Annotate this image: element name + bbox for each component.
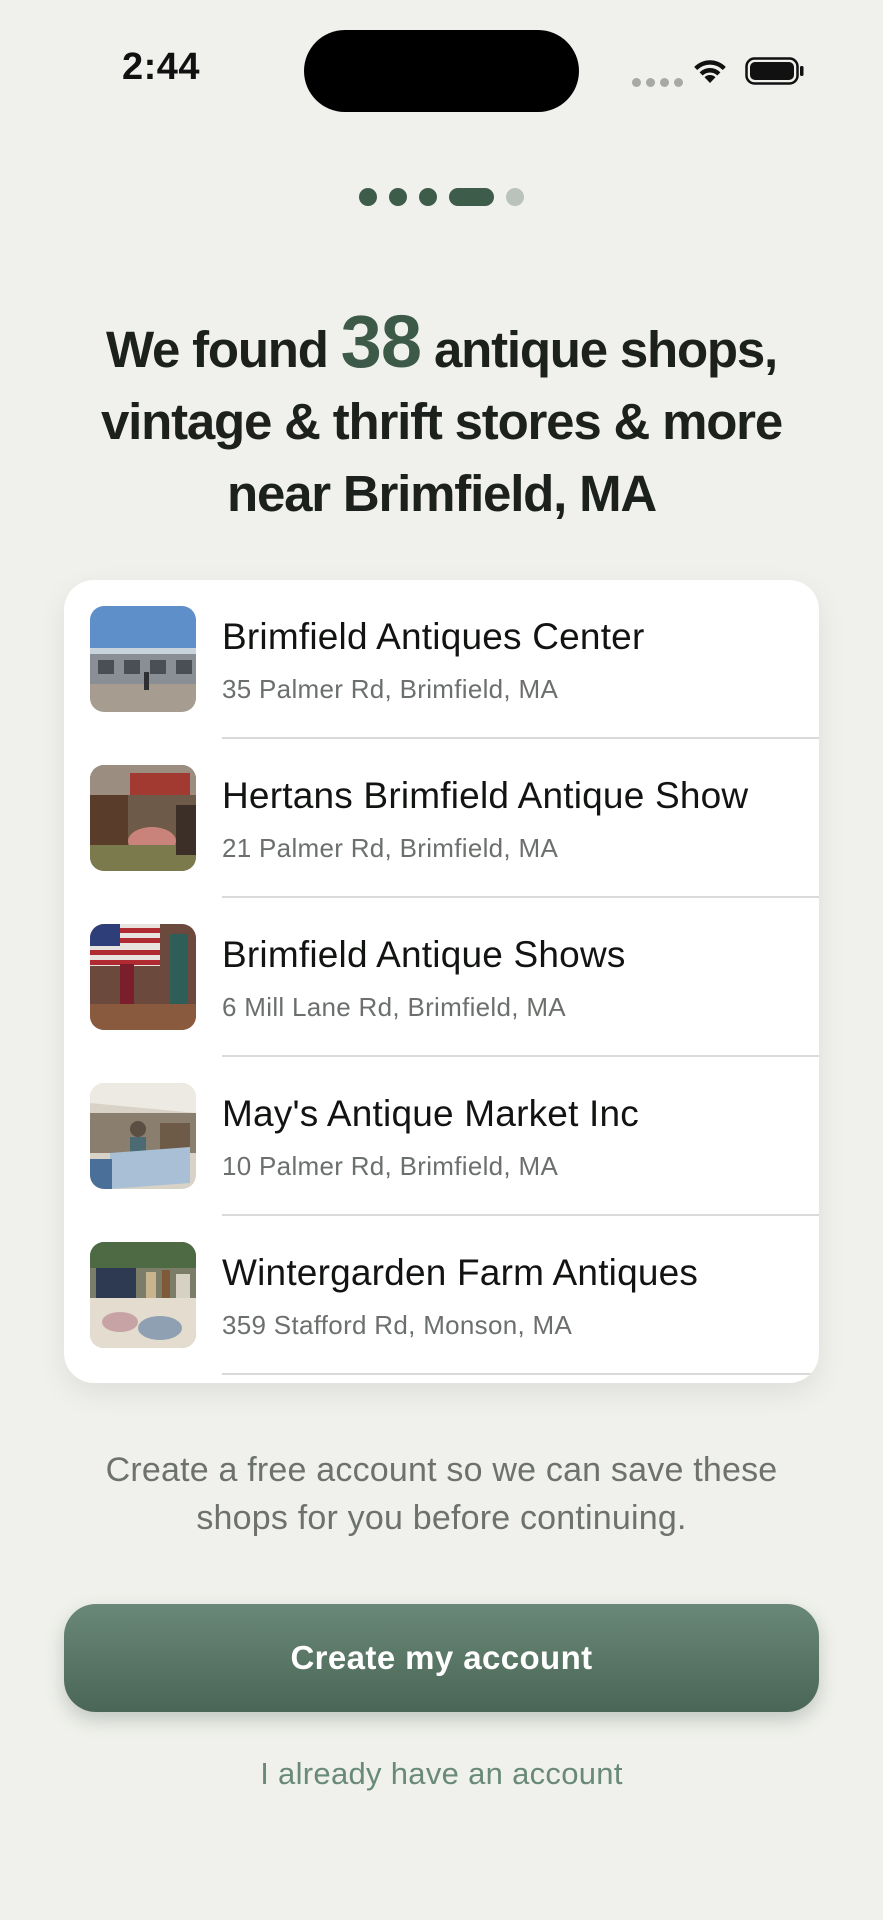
save-shops-note: Create a free account so we can save the… (105, 1451, 778, 1537)
cellular-signal-icon (632, 78, 683, 87)
page-dot (506, 188, 524, 206)
shop-list-card: Brimfield Antiques Center 35 Palmer Rd, … (64, 580, 819, 1383)
headline-prefix: We found (105, 321, 341, 378)
shop-list-item[interactable]: Brimfield Antiques Center 35 Palmer Rd, … (64, 580, 819, 739)
results-headline: We found 38 antique shops, vintage & thr… (60, 305, 823, 530)
shop-photo-icon (90, 606, 196, 712)
shop-count: 38 (340, 300, 422, 383)
page-dot (389, 188, 407, 206)
shop-address: 35 Palmer Rd, Brimfield, MA (222, 674, 559, 704)
shop-address: 359 Stafford Rd, Monson, MA (222, 1310, 573, 1340)
status-time: 2:44 (122, 46, 201, 88)
shop-name: Wintergarden Farm Antiques (222, 1252, 699, 1293)
shop-address: 21 Palmer Rd, Brimfield, MA (222, 833, 559, 863)
shop-photo-icon (90, 765, 196, 871)
shop-photo-icon (90, 1083, 196, 1189)
page-dot (359, 188, 377, 206)
battery-icon (745, 57, 804, 85)
shop-address: 10 Palmer Rd, Brimfield, MA (222, 1151, 559, 1181)
wifi-icon (694, 60, 726, 83)
page-dot-current (449, 188, 494, 206)
dynamic-island (304, 30, 579, 112)
shop-list-item[interactable]: Wintergarden Farm Antiques 359 Stafford … (64, 1216, 819, 1375)
shop-photo-icon (90, 1242, 196, 1348)
headline-line2: vintage & thrift stores & more (101, 393, 783, 450)
shop-list-item[interactable]: May's Antique Market Inc 10 Palmer Rd, B… (64, 1057, 819, 1216)
shop-name: Brimfield Antiques Center (222, 616, 645, 657)
page-dot (419, 188, 437, 206)
create-account-button[interactable]: Create my account (64, 1604, 819, 1712)
headline-line1-suffix: antique shops, (420, 321, 778, 378)
shop-name: Hertans Brimfield Antique Show (222, 775, 749, 816)
shop-name: May's Antique Market Inc (222, 1093, 639, 1134)
shop-address: 6 Mill Lane Rd, Brimfield, MA (222, 992, 566, 1022)
shop-list-item[interactable]: Hertans Brimfield Antique Show 21 Palmer… (64, 739, 819, 898)
onboarding-page-indicator (0, 188, 883, 206)
shop-list-item[interactable]: Brimfield Antique Shows 6 Mill Lane Rd, … (64, 898, 819, 1057)
existing-account-link[interactable]: I already have an account (0, 1756, 883, 1792)
shop-photo-icon (90, 924, 196, 1030)
shop-name: Brimfield Antique Shows (222, 934, 626, 975)
headline-line3: near Brimfield, MA (227, 465, 657, 522)
